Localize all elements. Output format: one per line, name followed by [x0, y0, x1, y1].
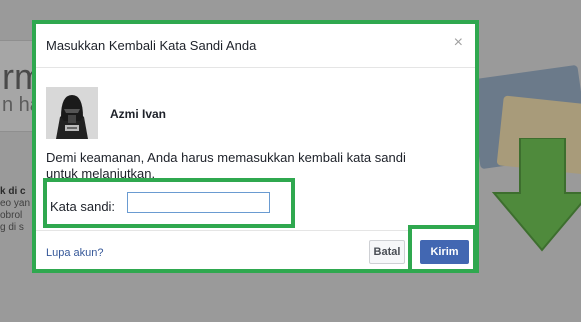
forgot-account-link[interactable]: Lupa akun?: [46, 247, 104, 259]
password-field-highlight: Kata sandi:: [43, 178, 295, 228]
dialog-title: Masukkan Kembali Kata Sandi Anda: [46, 38, 257, 53]
password-input[interactable]: [127, 192, 270, 213]
download-arrow-icon: [491, 138, 581, 252]
dialog-header: Masukkan Kembali Kata Sandi Anda ×: [36, 24, 475, 68]
submit-button-highlight: Kirim: [408, 225, 477, 273]
user-name: Azmi Ivan: [110, 107, 167, 121]
user-avatar-image: [46, 87, 98, 139]
close-icon[interactable]: ×: [454, 34, 463, 52]
submit-button[interactable]: Kirim: [420, 240, 469, 264]
reauth-dialog: Masukkan Kembali Kata Sandi Anda × Azmi …: [32, 20, 479, 273]
avatar: [46, 87, 98, 139]
cancel-button[interactable]: Batal: [369, 240, 405, 264]
password-label: Kata sandi:: [50, 199, 116, 214]
